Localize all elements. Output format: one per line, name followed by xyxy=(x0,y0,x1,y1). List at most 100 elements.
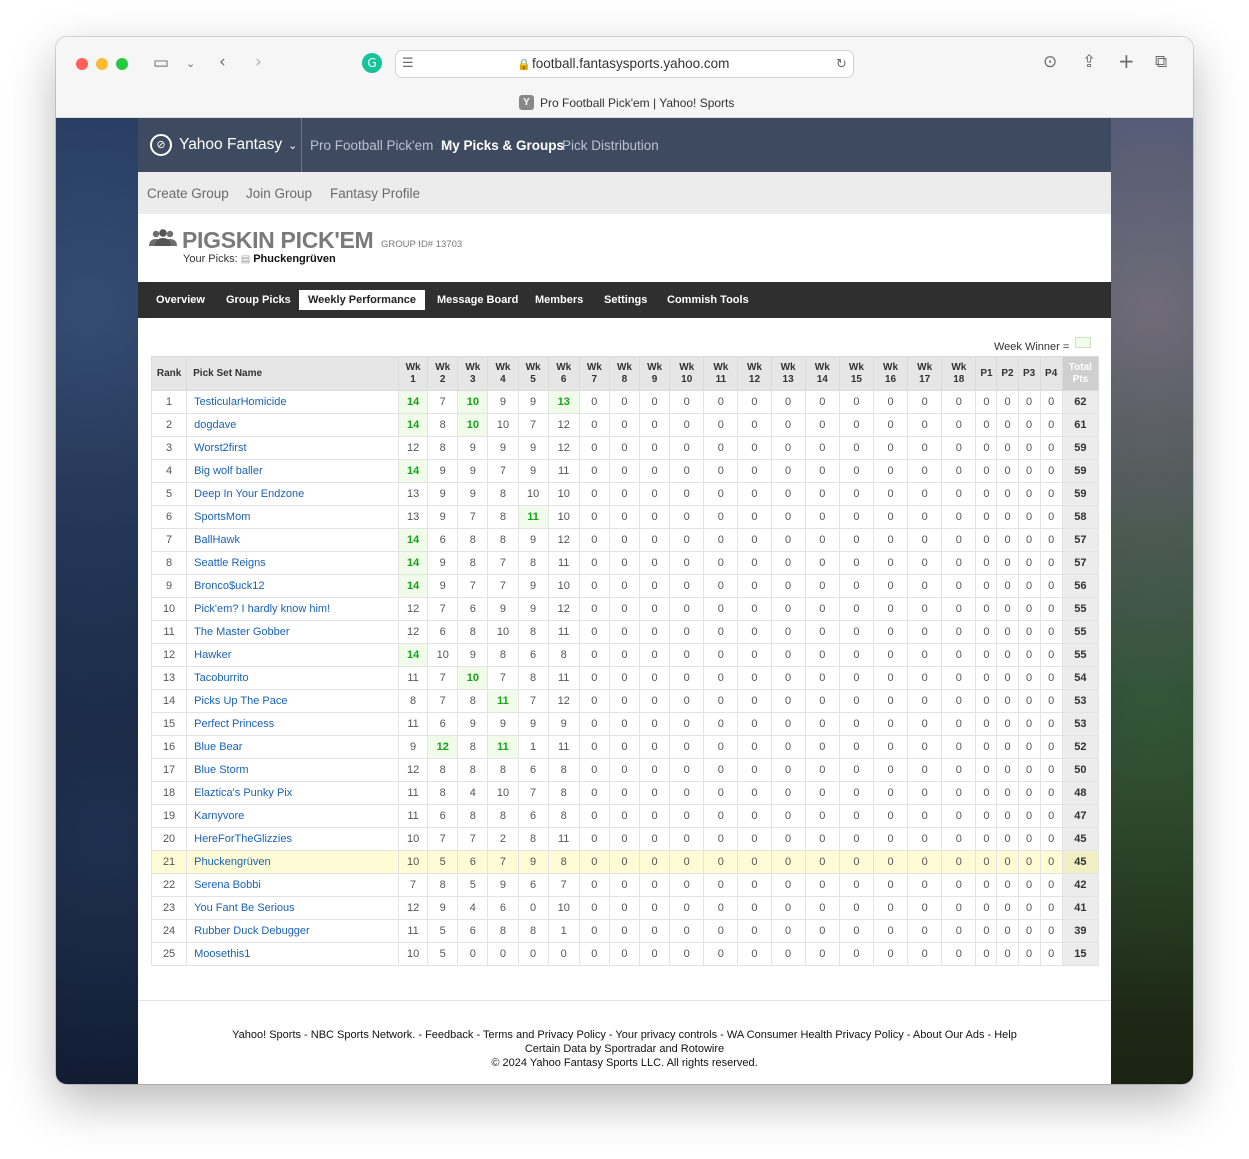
week-1-score: 12 xyxy=(398,758,429,782)
week-6-score: 12 xyxy=(547,689,580,713)
tab-overview[interactable]: Overview xyxy=(147,290,214,310)
nav-pick-distribution[interactable]: Pick Distribution xyxy=(562,138,659,153)
nav-pro-football-pickem[interactable]: Pro Football Pick'em xyxy=(310,138,433,153)
week-9-score: 0 xyxy=(639,482,671,506)
chevron-down-icon[interactable]: ⌄ xyxy=(186,54,195,74)
forward-icon[interactable]: › xyxy=(255,52,262,72)
nav-my-picks-groups[interactable]: My Picks & Groups xyxy=(441,138,564,153)
pick-set-name-link[interactable]: Karnyvore xyxy=(186,804,400,828)
week-14-score: 0 xyxy=(804,574,840,598)
week-17-score: 0 xyxy=(907,620,943,644)
rank-cell: 4 xyxy=(150,459,188,483)
reload-icon[interactable]: ↻ xyxy=(836,55,847,75)
week-13-score: 0 xyxy=(770,942,806,966)
playoff-1-score: 0 xyxy=(975,850,998,874)
share-icon[interactable]: ⇪ xyxy=(1082,52,1096,72)
playoff-4-score: 0 xyxy=(1039,597,1063,621)
playoff-1-score: 0 xyxy=(975,528,998,552)
pick-set-name-link[interactable]: You Fant Be Serious xyxy=(186,896,400,920)
week-2-score: 9 xyxy=(427,459,459,483)
week-17-score: 0 xyxy=(907,735,943,759)
pick-set-name-link[interactable]: Phuckengrüven xyxy=(186,850,400,874)
create-group-link[interactable]: Create Group xyxy=(147,186,229,201)
week-13-score: 0 xyxy=(770,827,806,851)
pick-set-name-link[interactable]: Rubber Duck Debugger xyxy=(186,919,400,943)
week-1-score: 11 xyxy=(398,919,429,943)
your-picks-name[interactable]: Phuckengrüven xyxy=(253,253,336,265)
week-8-score: 0 xyxy=(608,413,641,437)
pick-set-name-link[interactable]: TesticularHomicide xyxy=(186,390,400,414)
week-14-score: 0 xyxy=(804,482,840,506)
tab-message-board[interactable]: Message Board xyxy=(428,290,527,310)
join-group-link[interactable]: Join Group xyxy=(246,186,312,201)
sidebar-icon[interactable]: ▭ xyxy=(153,53,169,73)
week-13-score: 0 xyxy=(770,620,806,644)
new-tab-icon[interactable]: + xyxy=(1118,51,1135,71)
tab-title[interactable]: Pro Football Pick'em | Yahoo! Sports xyxy=(540,96,734,110)
pick-set-name-link[interactable]: Picks Up The Pace xyxy=(186,689,400,713)
pick-set-name-link[interactable]: HereForTheGlizzies xyxy=(186,827,400,851)
week-17-score: 0 xyxy=(907,827,943,851)
pick-set-name-link[interactable]: Hawker xyxy=(186,643,400,667)
week-4-score: 7 xyxy=(487,850,519,874)
week-15-score: 0 xyxy=(838,827,874,851)
tab-overview-icon[interactable]: ⧉ xyxy=(1155,52,1167,72)
week-3-score: 6 xyxy=(457,597,489,621)
week-4-score: 8 xyxy=(487,528,519,552)
pick-set-name-link[interactable]: Blue Bear xyxy=(186,735,400,759)
week-18-score: 0 xyxy=(941,528,977,552)
pick-set-name-link[interactable]: Deep In Your Endzone xyxy=(186,482,400,506)
fantasy-profile-link[interactable]: Fantasy Profile xyxy=(330,186,420,201)
zoom-window-button[interactable] xyxy=(116,58,128,70)
week-18-score: 0 xyxy=(941,712,977,736)
tab-settings[interactable]: Settings xyxy=(595,290,656,310)
week-8-score: 0 xyxy=(608,781,641,805)
pick-set-name-link[interactable]: The Master Gobber xyxy=(186,620,400,644)
week-9-score: 0 xyxy=(639,689,671,713)
tab-members[interactable]: Members xyxy=(526,290,592,310)
pick-set-name-link[interactable]: Bronco$uck12 xyxy=(186,574,400,598)
playoff-3-score: 0 xyxy=(1017,597,1041,621)
pick-set-name-link[interactable]: Elaztica's Punky Pix xyxy=(186,781,400,805)
pick-set-name-link[interactable]: Perfect Princess xyxy=(186,712,400,736)
pick-set-name-link[interactable]: Seattle Reigns xyxy=(186,551,400,575)
rank-cell: 9 xyxy=(150,574,188,598)
week-11-score: 0 xyxy=(703,482,739,506)
pick-set-name-link[interactable]: Blue Storm xyxy=(186,758,400,782)
back-icon[interactable]: ‹ xyxy=(219,52,226,72)
address-bar[interactable]: ☰ 🔒 football.fantasysports.yahoo.com ↻ xyxy=(395,50,854,78)
week-5-score: 8 xyxy=(517,919,549,943)
week-11-score: 0 xyxy=(703,942,739,966)
pick-set-name-link[interactable]: BallHawk xyxy=(186,528,400,552)
week-5-score: 9 xyxy=(517,597,549,621)
week-2-score: 7 xyxy=(427,666,459,690)
table-row: 7 BallHawk 14 6 8 8 9 12 0 0 0 0 0 0 0 0 0 0 0 0 0 0 0 0 57 xyxy=(150,528,1100,552)
week-7-score: 0 xyxy=(578,666,610,690)
pick-set-name-link[interactable]: Big wolf baller xyxy=(186,459,400,483)
week-17-score: 0 xyxy=(907,528,943,552)
week-9-score: 0 xyxy=(639,390,671,414)
grammarly-icon[interactable]: G xyxy=(362,53,382,73)
pick-set-name-link[interactable]: Pick'em? I hardly know him! xyxy=(186,597,400,621)
pick-set-name-link[interactable]: Serena Bobbi xyxy=(186,873,400,897)
url-text[interactable]: football.fantasysports.yahoo.com xyxy=(532,56,729,71)
playoff-1-score: 0 xyxy=(975,436,998,460)
pick-set-name-link[interactable]: Tacoburrito xyxy=(186,666,400,690)
tab-weekly-performance[interactable]: Weekly Performance xyxy=(299,290,426,310)
yahoo-fantasy-menu[interactable]: ⊘ Yahoo Fantasy ⌄ xyxy=(138,118,302,172)
footer-links[interactable]: Yahoo! Sports - NBC Sports Network. - Fe… xyxy=(138,1028,1111,1042)
playoff-1-score: 0 xyxy=(975,574,998,598)
download-icon[interactable]: ⊙ xyxy=(1043,52,1057,72)
week-16-score: 0 xyxy=(872,574,909,598)
tab-group-picks[interactable]: Group Picks xyxy=(217,290,300,310)
week-16-score: 0 xyxy=(872,896,909,920)
minimize-window-button[interactable] xyxy=(96,58,108,70)
pick-set-name-link[interactable]: dogdave xyxy=(186,413,400,437)
page-settings-icon[interactable]: ☰ xyxy=(402,54,414,74)
pick-set-name-link[interactable]: SportsMom xyxy=(186,505,400,529)
week-11-score: 0 xyxy=(703,413,739,437)
pick-set-name-link[interactable]: Worst2first xyxy=(186,436,400,460)
close-window-button[interactable] xyxy=(76,58,88,70)
tab-commish-tools[interactable]: Commish Tools xyxy=(658,290,758,310)
pick-set-name-link[interactable]: Moosethis1 xyxy=(186,942,400,966)
